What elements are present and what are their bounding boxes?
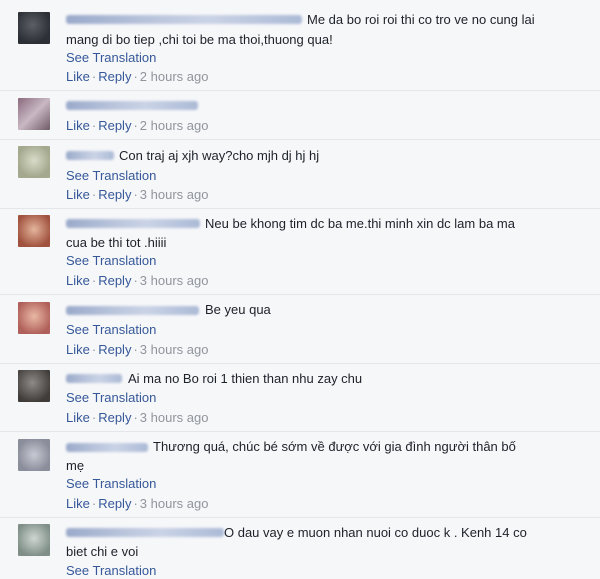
avatar[interactable]: [18, 146, 50, 178]
like-link[interactable]: Like: [66, 69, 90, 84]
see-translation-link[interactable]: See Translation: [66, 476, 156, 491]
commenter-name-blurred[interactable]: [66, 151, 114, 160]
timestamp[interactable]: 3 hours ago: [140, 342, 209, 357]
separator-dot: ·: [133, 410, 138, 425]
separator-dot: ·: [91, 69, 97, 84]
see-translation-link[interactable]: See Translation: [66, 563, 156, 578]
separator-dot: ·: [133, 118, 138, 133]
reply-link[interactable]: Reply: [98, 410, 131, 425]
commenter-name-blurred[interactable]: [66, 306, 199, 315]
comment-actions: Like · Reply · 3 hours ago: [66, 410, 208, 425]
comment-actions: Like · Reply · 3 hours ago: [66, 342, 208, 357]
comment-text: Thương quá, chúc bé sớm về được với gia …: [153, 439, 516, 454]
separator-dot: ·: [91, 273, 97, 288]
separator-dot: ·: [91, 187, 97, 202]
commenter-name-blurred[interactable]: [66, 101, 198, 110]
comment-text-continued: biet chi e voi: [66, 544, 139, 559]
timestamp[interactable]: 2 hours ago: [140, 118, 209, 133]
divider: [0, 90, 600, 91]
avatar[interactable]: [18, 215, 50, 247]
separator-dot: ·: [133, 342, 138, 357]
avatar[interactable]: [18, 370, 50, 402]
comment-actions: Like · Reply · 3 hours ago: [66, 187, 208, 202]
avatar[interactable]: [18, 12, 50, 44]
separator-dot: ·: [133, 69, 138, 84]
divider: [0, 517, 600, 518]
reply-link[interactable]: Reply: [98, 69, 131, 84]
see-translation-link[interactable]: See Translation: [66, 253, 156, 268]
separator-dot: ·: [91, 342, 97, 357]
avatar[interactable]: [18, 439, 50, 471]
avatar[interactable]: [18, 98, 50, 130]
see-translation-link[interactable]: See Translation: [66, 322, 156, 337]
like-link[interactable]: Like: [66, 496, 90, 511]
separator-dot: ·: [133, 496, 138, 511]
commenter-name-blurred[interactable]: [66, 219, 200, 228]
avatar[interactable]: [18, 524, 50, 556]
timestamp[interactable]: 3 hours ago: [140, 273, 209, 288]
avatar[interactable]: [18, 302, 50, 334]
comment-text: Be yeu qua: [205, 302, 271, 317]
timestamp[interactable]: 3 hours ago: [140, 410, 209, 425]
timestamp[interactable]: 3 hours ago: [140, 187, 209, 202]
comment-text: Con traj aj xjh way?cho mjh dj hj hj: [119, 148, 320, 163]
reply-link[interactable]: Reply: [98, 273, 131, 288]
like-link[interactable]: Like: [66, 273, 90, 288]
separator-dot: ·: [133, 273, 138, 288]
divider: [0, 363, 600, 364]
comment-text-continued: cua be thi tot .hiiii: [66, 235, 167, 250]
commenter-name-blurred[interactable]: [66, 15, 302, 24]
like-link[interactable]: Like: [66, 118, 90, 133]
commenter-name-blurred[interactable]: [66, 528, 224, 537]
comment-actions: Like · Reply · 3 hours ago: [66, 496, 208, 511]
comment-text: Me da bo roi roi thi co tro ve no cung l…: [307, 12, 535, 27]
comment-text: O dau vay e muon nhan nuoi co duoc k . K…: [224, 525, 527, 540]
separator-dot: ·: [133, 187, 138, 202]
timestamp[interactable]: 2 hours ago: [140, 69, 209, 84]
divider: [0, 294, 600, 295]
commenter-name-blurred[interactable]: [66, 374, 122, 383]
like-link[interactable]: Like: [66, 187, 90, 202]
divider: [0, 139, 600, 140]
reply-link[interactable]: Reply: [98, 187, 131, 202]
comment-text-continued: mẹ: [66, 458, 85, 473]
divider: [0, 208, 600, 209]
comment-text-continued: mang di bo tiep ,chi toi be ma thoi,thuo…: [66, 32, 333, 47]
like-link[interactable]: Like: [66, 342, 90, 357]
separator-dot: ·: [91, 118, 97, 133]
see-translation-link[interactable]: See Translation: [66, 168, 156, 183]
comment-actions: Like · Reply · 2 hours ago: [66, 69, 208, 84]
comment-actions: Like · Reply · 2 hours ago: [66, 118, 208, 133]
commenter-name-blurred[interactable]: [66, 443, 148, 452]
separator-dot: ·: [91, 410, 97, 425]
separator-dot: ·: [91, 496, 97, 511]
see-translation-link[interactable]: See Translation: [66, 390, 156, 405]
see-translation-link[interactable]: See Translation: [66, 50, 156, 65]
reply-link[interactable]: Reply: [98, 118, 131, 133]
divider: [0, 431, 600, 432]
comment-actions: Like · Reply · 3 hours ago: [66, 273, 208, 288]
like-link[interactable]: Like: [66, 410, 90, 425]
timestamp[interactable]: 3 hours ago: [140, 496, 209, 511]
comment-text: Ai ma no Bo roi 1 thien than nhu zay chu: [128, 371, 363, 386]
comment-text: Neu be khong tim dc ba me.thi minh xin d…: [205, 216, 515, 231]
reply-link[interactable]: Reply: [98, 496, 131, 511]
reply-link[interactable]: Reply: [98, 342, 131, 357]
